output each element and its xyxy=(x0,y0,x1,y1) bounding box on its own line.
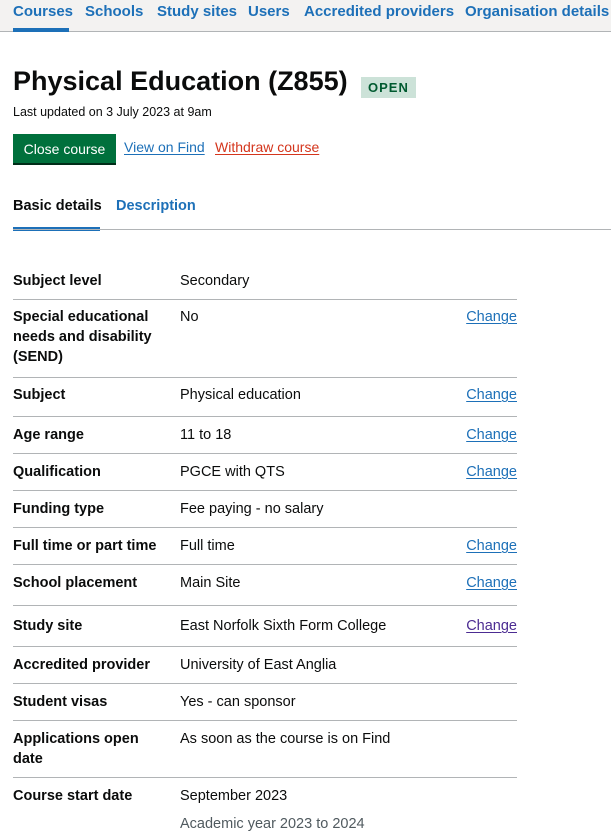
row-hint: Academic year 2023 to 2024 xyxy=(180,816,365,832)
tab-description[interactable]: Description xyxy=(116,198,196,214)
row-value: Yes - can sponsor xyxy=(180,694,296,710)
summary-list: Subject level Secondary Special educatio… xyxy=(13,262,517,838)
row-key: School placement xyxy=(13,575,138,591)
change-link[interactable]: Change xyxy=(466,573,517,593)
row-value: Fee paying - no salary xyxy=(180,501,324,517)
summary-row-subject: Subject Physical education Change xyxy=(13,378,517,417)
row-value: No xyxy=(180,309,199,325)
row-value: Full time xyxy=(180,538,235,554)
tabs-divider xyxy=(13,229,611,230)
nav-users[interactable]: Users xyxy=(248,3,290,20)
close-course-button[interactable]: Close course xyxy=(13,134,116,163)
row-value: As soon as the course is on Find xyxy=(180,731,391,747)
row-key: Course start date xyxy=(13,788,133,804)
summary-row-applications-open: Applications open date As soon as the co… xyxy=(13,721,517,778)
summary-row-age-range: Age range 11 to 18 Change xyxy=(13,417,517,454)
summary-row-full-part-time: Full time or part time Full time Change xyxy=(13,528,517,565)
row-key: Special educational needs and disability… xyxy=(13,309,152,365)
nav-study-sites[interactable]: Study sites xyxy=(157,3,237,20)
summary-row-study-site: Study site East Norfolk Sixth Form Colle… xyxy=(13,606,517,647)
row-key: Full time or part time xyxy=(13,538,157,554)
nav-organisation-details[interactable]: Organisation details xyxy=(465,3,609,20)
row-key: Funding type xyxy=(13,501,105,517)
row-value: Secondary xyxy=(180,273,250,289)
change-link[interactable]: Change xyxy=(466,425,517,445)
change-link[interactable]: Change xyxy=(466,385,517,405)
nav-courses[interactable]: Courses xyxy=(13,3,73,20)
tabs: Basic details Description xyxy=(0,190,611,231)
summary-row-send: Special educational needs and disability… xyxy=(13,300,517,378)
summary-row-school-placement: School placement Main Site Change xyxy=(13,565,517,606)
row-value: September 2023 xyxy=(180,788,288,804)
withdraw-course-link[interactable]: Withdraw course xyxy=(215,139,319,155)
row-value: University of East Anglia xyxy=(180,657,337,673)
page-title: Physical Education (Z855) xyxy=(13,66,348,96)
summary-row-course-start-date: Course start date September 2023 Academi… xyxy=(13,778,517,838)
tab-basic-details[interactable]: Basic details xyxy=(13,198,102,214)
change-link[interactable]: Change xyxy=(466,307,517,327)
change-link[interactable]: Change xyxy=(466,616,517,636)
row-value: Main Site xyxy=(180,575,241,591)
row-value: 11 to 18 xyxy=(180,427,232,443)
row-key: Qualification xyxy=(13,464,101,480)
row-value: Physical education xyxy=(180,387,301,403)
change-link[interactable]: Change xyxy=(466,462,517,482)
nav-accredited-providers[interactable]: Accredited providers xyxy=(304,3,454,20)
row-key: Accredited provider xyxy=(13,657,150,673)
nav-active-indicator xyxy=(13,28,69,32)
row-key: Applications open date xyxy=(13,731,139,767)
row-value: PGCE with QTS xyxy=(180,464,285,480)
summary-row-qualification: Qualification PGCE with QTS Change xyxy=(13,454,517,491)
row-key: Subject xyxy=(13,387,66,403)
view-on-find-link[interactable]: View on Find xyxy=(124,139,205,155)
row-key: Age range xyxy=(13,427,84,443)
summary-row-accredited-provider: Accredited provider University of East A… xyxy=(13,647,517,684)
summary-row-student-visas: Student visas Yes - can sponsor xyxy=(13,684,517,721)
row-key: Study site xyxy=(13,618,83,634)
summary-row-subject-level: Subject level Secondary xyxy=(13,262,517,300)
change-link[interactable]: Change xyxy=(466,536,517,556)
summary-row-funding-type: Funding type Fee paying - no salary xyxy=(13,491,517,528)
last-updated: Last updated on 3 July 2023 at 9am xyxy=(13,105,212,119)
status-tag: OPEN xyxy=(361,77,416,98)
row-value: East Norfolk Sixth Form College xyxy=(180,618,387,634)
row-key: Subject level xyxy=(13,273,102,289)
top-navigation: Courses Schools Study sites Users Accred… xyxy=(0,0,611,32)
row-key: Student visas xyxy=(13,694,108,710)
nav-schools[interactable]: Schools xyxy=(85,3,143,20)
